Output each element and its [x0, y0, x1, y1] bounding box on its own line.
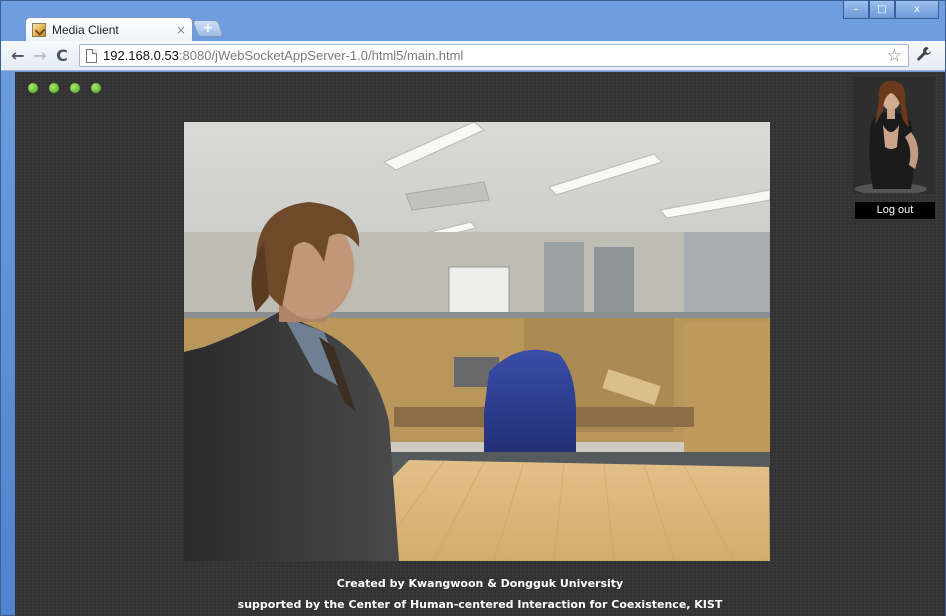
bookmark-star-icon[interactable]: ☆ [887, 46, 902, 66]
forward-arrow-icon[interactable]: → [29, 45, 51, 67]
url-host: 192.168.0.53 [103, 48, 179, 63]
back-arrow-icon[interactable]: ← [7, 45, 29, 67]
media-client-favicon-icon [32, 22, 46, 37]
status-dot [28, 83, 38, 93]
reload-icon[interactable]: C [51, 45, 73, 67]
user-avatar [853, 77, 935, 195]
status-dot [91, 83, 101, 93]
tab-title: Media Client [52, 22, 119, 37]
status-dot [70, 83, 80, 93]
new-tab-button[interactable]: + [191, 20, 225, 37]
status-indicators [28, 83, 101, 93]
office-scene-with-avatar [184, 122, 770, 561]
page-content: Log out Created by Kwangwoon & Dongguk U… [15, 72, 945, 616]
status-dot [49, 83, 59, 93]
tab-close-icon[interactable]: × [176, 23, 186, 37]
wrench-menu-icon[interactable] [909, 46, 939, 66]
female-avatar-image [853, 77, 935, 195]
browser-window: Media Client × + – □ x ← → C 192.168.0.5… [0, 0, 946, 616]
url-path: :8080/jWebSocketAppServer-1.0/html5/main… [178, 48, 464, 63]
close-window-button[interactable]: x [895, 1, 939, 19]
page-icon [86, 48, 97, 63]
browser-toolbar: ← → C 192.168.0.53:8080/jWebSocketAppSer… [1, 41, 945, 71]
video-stream[interactable] [184, 122, 770, 561]
credits-line-2: supported by the Center of Human-centere… [237, 598, 723, 611]
maximize-button[interactable]: □ [869, 1, 895, 19]
tab-strip: Media Client × + – □ x [1, 1, 945, 41]
wrench-icon [917, 46, 931, 61]
credits-line-1: Created by Kwangwoon & Dongguk Universit… [336, 577, 624, 590]
minimize-button[interactable]: – [843, 1, 869, 19]
logout-button[interactable]: Log out [855, 202, 935, 219]
window-controls: – □ x [843, 1, 939, 19]
url-text: 192.168.0.53:8080/jWebSocketAppServer-1.… [103, 48, 463, 63]
tab-media-client[interactable]: Media Client × [25, 17, 193, 41]
address-bar[interactable]: 192.168.0.53:8080/jWebSocketAppServer-1.… [79, 44, 909, 67]
plus-icon: + [202, 21, 214, 36]
